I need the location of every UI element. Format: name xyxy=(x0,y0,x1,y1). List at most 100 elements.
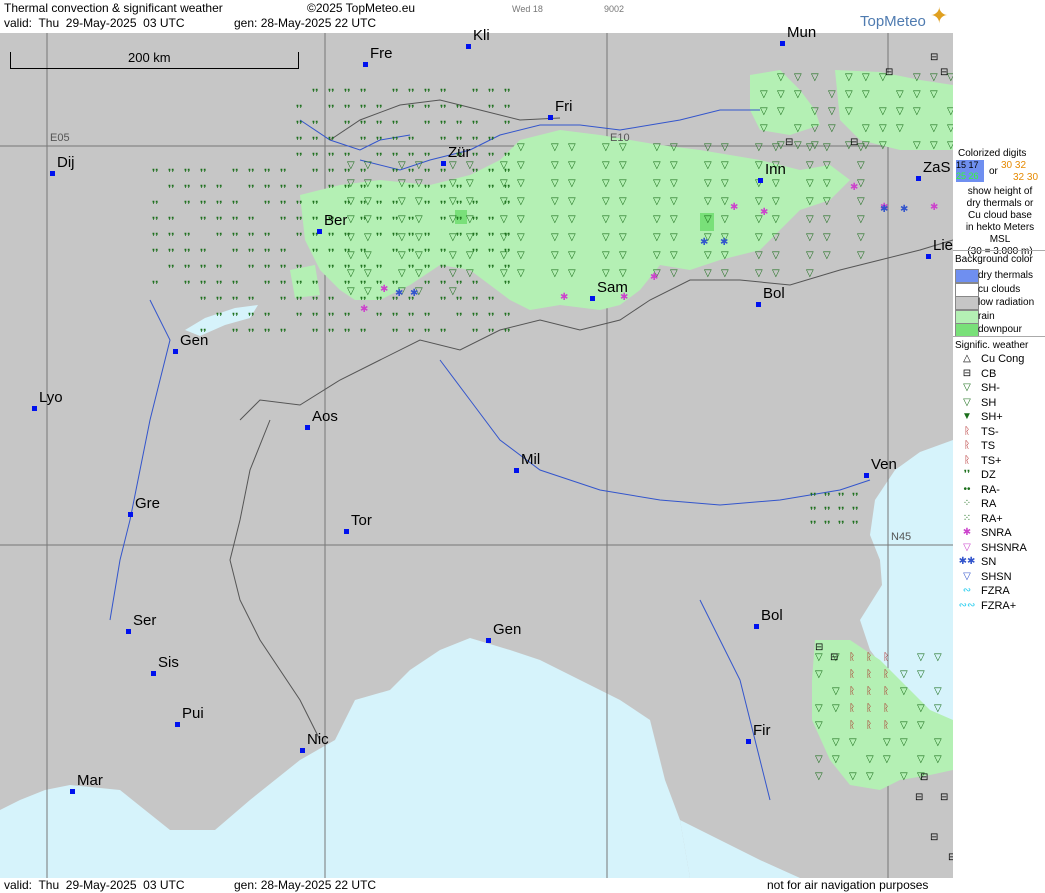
drizzle-icon: ❜❜ xyxy=(424,312,430,323)
shower-icon: ▽ xyxy=(900,669,908,680)
drizzle-icon: ❜❜ xyxy=(408,248,414,259)
drizzle-icon: ❜❜ xyxy=(328,136,334,147)
shower-icon: ▽ xyxy=(917,652,925,663)
city-label: Gen xyxy=(180,332,209,349)
cu-cong-icon: △ xyxy=(963,353,971,364)
shower-icon: ▽ xyxy=(755,232,763,243)
shower-icon: ▽ xyxy=(823,232,831,243)
shower-icon: ▽ xyxy=(704,178,712,189)
city-label: Nic xyxy=(307,731,329,748)
shower-icon: ▽ xyxy=(619,232,627,243)
background-swatch xyxy=(955,269,979,283)
drizzle-icon: ❜❜ xyxy=(232,168,238,179)
drizzle-icon: ❜❜ xyxy=(312,168,318,179)
drizzle-icon: ❜❜ xyxy=(440,88,446,99)
digit-sample-1: 15 17 xyxy=(956,160,979,170)
drizzle-icon: ❜❜ xyxy=(852,520,858,531)
shower-icon: ▽ xyxy=(811,106,819,117)
digits-description-line: dry thermals or xyxy=(966,198,1034,209)
shower-icon: ▽ xyxy=(823,196,831,207)
shower-icon: ▽ xyxy=(653,214,661,225)
city-label: Ven xyxy=(871,456,897,473)
drizzle-icon: ❜❜ xyxy=(312,136,318,147)
drizzle-icon: ❜❜ xyxy=(152,168,158,179)
background-label: dry thermals xyxy=(978,270,1034,281)
shower-icon: ▽ xyxy=(857,196,865,207)
shower-icon: ▽ xyxy=(398,250,406,261)
drizzle-icon: ❜❜ xyxy=(440,200,446,211)
shower-icon: ▽ xyxy=(930,140,938,151)
drizzle-icon: ❜❜ xyxy=(424,200,430,211)
digits-description-line: in hekto Meters xyxy=(965,222,1035,233)
cb-icon: ⊟ xyxy=(940,792,948,803)
city-marker xyxy=(548,115,553,120)
shower-icon: ▽ xyxy=(883,737,891,748)
drizzle-icon: ❜❜ xyxy=(184,184,190,195)
drizzle-icon: ❜❜ xyxy=(488,88,494,99)
grid-label-e10: E10 xyxy=(610,132,630,144)
shower-icon: ▽ xyxy=(466,178,474,189)
drizzle-icon: ❜❜ xyxy=(296,216,302,227)
thunderstorm-heavy-icon: ᚱ xyxy=(964,454,970,466)
drizzle-icon: ❜❜ xyxy=(456,264,462,275)
city-label: Sis xyxy=(158,654,179,671)
significant-weather-label: SN xyxy=(981,556,997,568)
shower-icon: ▽ xyxy=(500,250,508,261)
city-marker xyxy=(305,425,310,430)
grid-label-e05: E05 xyxy=(50,132,70,144)
legend-panel: Colorized digits 15 17 25 26 or 30 32 32… xyxy=(953,140,1045,893)
drizzle-icon: ❜❜ xyxy=(456,200,462,211)
snow-rain-icon: ✱ xyxy=(730,202,738,213)
snow-icon: ✱ xyxy=(395,288,403,299)
digits-description: show height of dry thermals or Cu cloud ba… xyxy=(957,186,1043,258)
cb-icon: ⊟ xyxy=(930,832,938,843)
cb-icon: ⊟ xyxy=(830,652,838,663)
thunderstorm-light-icon: ᚱ xyxy=(964,425,970,437)
city-label: Sam xyxy=(597,279,628,296)
shower-icon: ▽ xyxy=(772,178,780,189)
drizzle-icon: ❜❜ xyxy=(200,296,206,307)
drizzle-icon: ❜❜ xyxy=(488,264,494,275)
drizzle-icon: ❜❜ xyxy=(232,312,238,323)
cb-icon: ⊟ xyxy=(962,367,972,379)
shower-icon: ▽ xyxy=(602,142,610,153)
drizzle-icon: ❜❜ xyxy=(376,136,382,147)
drizzle-icon: ❜❜ xyxy=(408,136,414,147)
shower-icon: ▽ xyxy=(517,178,525,189)
city-marker xyxy=(300,748,305,753)
drizzle-icon: ❜❜ xyxy=(200,200,206,211)
shower-icon: ▽ xyxy=(517,196,525,207)
drizzle-icon: ❜❜ xyxy=(504,328,510,339)
drizzle-icon: ❜❜ xyxy=(232,296,238,307)
shower-icon: ▽ xyxy=(755,142,763,153)
drizzle-icon: ❜❜ xyxy=(312,312,318,323)
drizzle-icon: ❜❜ xyxy=(216,216,222,227)
shower-icon: ▽ xyxy=(449,196,457,207)
drizzle-icon: ❜❜ xyxy=(824,506,830,517)
shower-icon: ▽ xyxy=(806,250,814,261)
drizzle-icon: ❜❜ xyxy=(376,120,382,131)
drizzle-icon: ❜❜ xyxy=(456,216,462,227)
topmeteo-logo: TopMeteo ✦ xyxy=(860,3,948,30)
city-label: Aos xyxy=(312,408,338,425)
shower-icon: ▽ xyxy=(466,196,474,207)
background-label: downpour xyxy=(978,324,1022,335)
background-label: cu clouds xyxy=(978,283,1021,295)
snow-rain-icon: ✱ xyxy=(930,202,938,213)
drizzle-icon: ❜❜ xyxy=(328,312,334,323)
shower-icon: ▽ xyxy=(777,89,785,100)
significant-weather-label: SH- xyxy=(981,382,1000,394)
shower-icon: ▽ xyxy=(568,250,576,261)
shower-icon: ▽ xyxy=(721,178,729,189)
significant-weather-overlay: ❜❜ ❜❜ ❜❜ ❜❜ ❜❜ ❜❜ ❜❜ ❜❜ ❜❜ ❜❜ ❜❜ ❜❜ ❜❜ ❜❜ ❜❜ ❜❜ ❜❜ ❜❜ ❜❜ ❜❜… xyxy=(152,52,953,863)
city-marker xyxy=(756,302,761,307)
shower-icon: ▽ xyxy=(415,268,423,279)
drizzle-icon: ❜❜ xyxy=(328,264,334,275)
drizzle-icon: ❜❜ xyxy=(472,280,478,291)
shower-icon: ▽ xyxy=(777,72,785,83)
city-marker xyxy=(175,722,180,727)
shower-icon: ▽ xyxy=(947,123,953,134)
shower-icon: ▽ xyxy=(913,106,921,117)
drizzle-icon: ❜❜ xyxy=(152,200,158,211)
drizzle-icon: ❜❜ xyxy=(392,328,398,339)
